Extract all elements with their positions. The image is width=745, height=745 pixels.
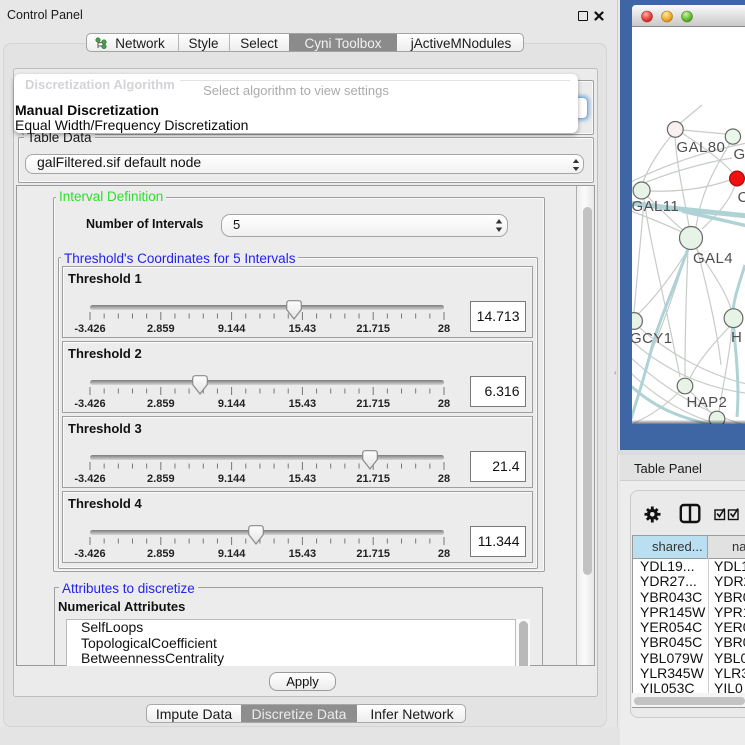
svg-text:GCY1: GCY1: [632, 330, 672, 347]
svg-text:HAP2: HAP2: [687, 394, 728, 411]
svg-text:GAL4: GAL4: [693, 250, 733, 267]
svg-text:GAL80: GAL80: [677, 139, 726, 156]
svg-text:H: H: [731, 329, 742, 346]
svg-text:GA: GA: [734, 146, 745, 163]
svg-text:GAL11: GAL11: [632, 198, 679, 215]
svg-text:C: C: [738, 189, 745, 206]
